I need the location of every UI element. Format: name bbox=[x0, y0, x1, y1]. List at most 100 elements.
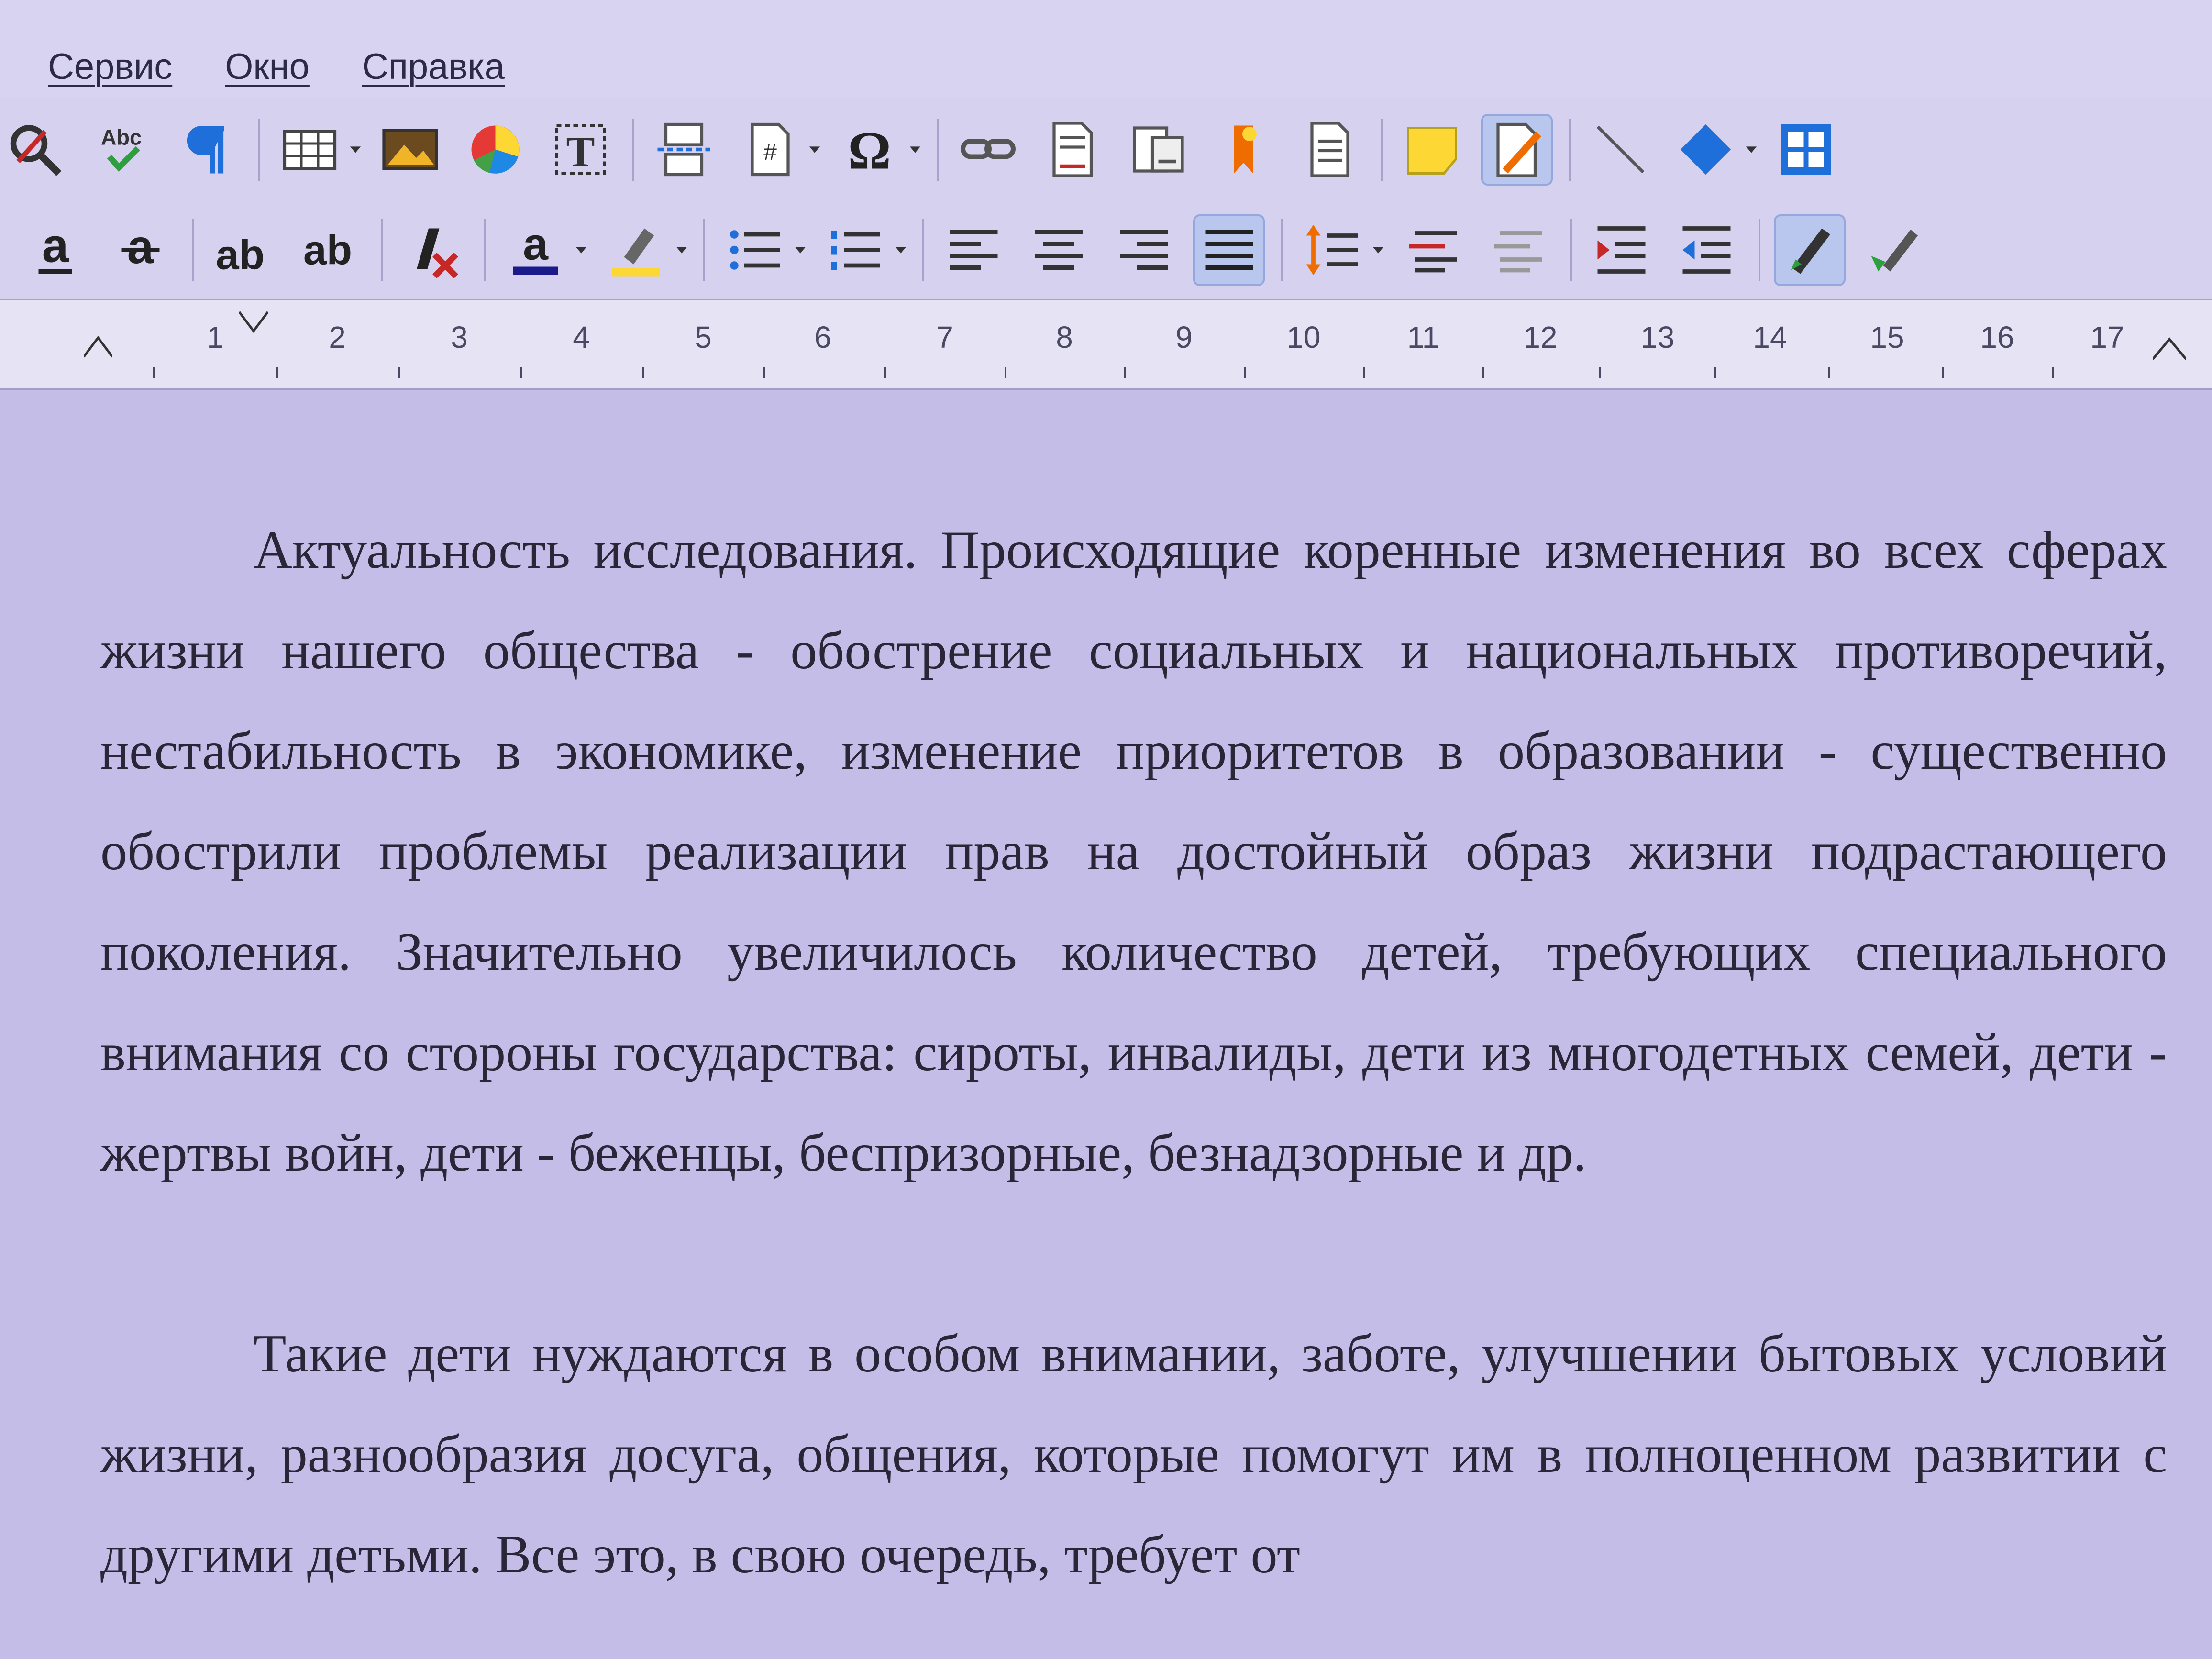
menu-tools[interactable]: Сервис bbox=[48, 46, 172, 88]
menu-window[interactable]: Окно bbox=[225, 46, 310, 88]
insert-special-character-icon[interactable]: Ω bbox=[833, 114, 905, 186]
dropdown-arrow-icon[interactable] bbox=[809, 144, 820, 155]
spellcheck-icon[interactable]: Abc bbox=[85, 114, 157, 186]
insert-endnote-icon[interactable] bbox=[1122, 114, 1194, 186]
subscript-icon[interactable]: ab bbox=[293, 214, 365, 286]
decrease-indent-icon[interactable] bbox=[1670, 214, 1742, 286]
increase-paragraph-spacing-icon[interactable] bbox=[1397, 214, 1469, 286]
ruler-number: 1 bbox=[207, 320, 224, 354]
insert-frame-icon[interactable] bbox=[1770, 114, 1842, 186]
document-paragraph[interactable]: Актуальность исследования. Происходящие … bbox=[100, 500, 2167, 1203]
ruler-number: 15 bbox=[1870, 320, 1904, 354]
ruler-number: 16 bbox=[1980, 320, 2014, 354]
pen-tool-icon[interactable] bbox=[1774, 214, 1846, 286]
align-right-icon[interactable] bbox=[1108, 214, 1180, 286]
separator bbox=[1759, 219, 1760, 281]
insert-comment-icon[interactable] bbox=[1396, 114, 1468, 186]
separator bbox=[922, 219, 924, 281]
underline-icon[interactable]: a bbox=[19, 214, 91, 286]
ruler-tick bbox=[1005, 367, 1006, 378]
decrease-paragraph-spacing-icon[interactable] bbox=[1482, 214, 1554, 286]
strikethrough-icon[interactable]: a bbox=[104, 214, 176, 286]
basic-shapes-icon[interactable] bbox=[1670, 114, 1741, 186]
svg-text:a: a bbox=[42, 220, 69, 273]
ruler-tick bbox=[1599, 367, 1601, 378]
ruler-tick bbox=[1714, 367, 1716, 378]
dropdown-arrow-icon[interactable] bbox=[910, 144, 920, 155]
ruler-tick bbox=[1482, 367, 1484, 378]
insert-field-icon[interactable]: # bbox=[733, 114, 805, 186]
insert-table-icon[interactable] bbox=[274, 114, 345, 186]
svg-text:ab: ab bbox=[303, 227, 352, 274]
ruler-tick bbox=[276, 367, 278, 378]
ruler-number: 6 bbox=[814, 320, 831, 354]
line-spacing-icon[interactable] bbox=[1296, 214, 1368, 286]
superscript-icon[interactable]: ab bbox=[208, 214, 279, 286]
separator bbox=[632, 118, 634, 181]
separator bbox=[258, 118, 260, 181]
separator bbox=[192, 219, 194, 281]
align-left-icon[interactable] bbox=[938, 214, 1009, 286]
track-changes-icon[interactable] bbox=[1481, 113, 1553, 186]
menu-help[interactable]: Справка bbox=[362, 46, 505, 88]
ruler-number: 5 bbox=[695, 320, 712, 354]
svg-text:a: a bbox=[127, 220, 154, 274]
left-indent-marker-icon[interactable] bbox=[84, 334, 112, 358]
font-color-icon[interactable]: a bbox=[499, 214, 571, 286]
pen-tool-2-icon[interactable] bbox=[1859, 214, 1931, 286]
ruler-tick bbox=[398, 367, 400, 378]
numbered-list-icon[interactable] bbox=[819, 214, 891, 286]
insert-image-icon[interactable] bbox=[374, 114, 446, 186]
bullet-list-icon[interactable] bbox=[719, 214, 790, 286]
ruler-tick bbox=[1942, 367, 1944, 378]
ruler-tick bbox=[1363, 367, 1365, 378]
ruler-number: 7 bbox=[936, 320, 953, 354]
ruler-number: 10 bbox=[1286, 320, 1321, 354]
separator bbox=[703, 219, 705, 281]
formatting-toolbar: a a ab ab a bbox=[0, 201, 2212, 299]
insert-hyperlink-icon[interactable] bbox=[952, 114, 1024, 186]
svg-text:T: T bbox=[566, 129, 595, 176]
ruler-number: 2 bbox=[329, 320, 346, 354]
ruler-number: 14 bbox=[1753, 320, 1787, 354]
insert-cross-reference-icon[interactable] bbox=[1293, 114, 1364, 186]
ruler-number: 13 bbox=[1640, 320, 1675, 354]
find-replace-icon[interactable] bbox=[0, 114, 72, 186]
separator bbox=[1569, 118, 1571, 181]
insert-bookmark-icon[interactable] bbox=[1207, 114, 1279, 186]
separator bbox=[1281, 219, 1283, 281]
insert-footnote-icon[interactable] bbox=[1037, 114, 1109, 186]
clear-formatting-icon[interactable] bbox=[396, 214, 468, 286]
ruler-number: 12 bbox=[1523, 320, 1558, 354]
document-paragraph[interactable]: Такие дети нуждаются в особом внимании, … bbox=[100, 1304, 2167, 1605]
justify-icon[interactable] bbox=[1193, 214, 1265, 286]
document-area[interactable]: Актуальность исследования. Происходящие … bbox=[0, 390, 2212, 1659]
dropdown-arrow-icon[interactable] bbox=[576, 245, 586, 255]
align-center-icon[interactable] bbox=[1023, 214, 1095, 286]
ruler-tick bbox=[2052, 367, 2054, 378]
insert-page-break-icon[interactable] bbox=[648, 114, 719, 186]
dropdown-arrow-icon[interactable] bbox=[795, 245, 806, 255]
dropdown-arrow-icon[interactable] bbox=[896, 245, 906, 255]
dropdown-arrow-icon[interactable] bbox=[1746, 144, 1757, 155]
highlight-color-icon[interactable] bbox=[600, 214, 672, 286]
menu-bar: Сервис Окно Справка bbox=[0, 0, 2212, 98]
insert-chart-icon[interactable] bbox=[459, 114, 531, 186]
insert-line-icon[interactable] bbox=[1584, 114, 1656, 186]
right-indent-marker-icon[interactable] bbox=[2153, 336, 2186, 360]
ruler-tick bbox=[1124, 367, 1126, 378]
separator bbox=[381, 219, 383, 281]
horizontal-ruler[interactable]: 1 2 3 4 5 6 7 8 9 10 11 12 13 14 15 16 1… bbox=[0, 299, 2212, 390]
ruler-number: 17 bbox=[2090, 320, 2124, 354]
ruler-tick bbox=[520, 367, 522, 378]
insert-textbox-icon[interactable]: T bbox=[544, 114, 616, 186]
formatting-marks-icon[interactable] bbox=[170, 114, 242, 186]
first-line-indent-marker-icon[interactable] bbox=[239, 310, 268, 334]
dropdown-arrow-icon[interactable] bbox=[1373, 245, 1383, 255]
dropdown-arrow-icon[interactable] bbox=[676, 245, 687, 255]
standard-toolbar: Abc T # Ω bbox=[0, 98, 2212, 201]
increase-indent-icon[interactable] bbox=[1585, 214, 1657, 286]
svg-text:Ω: Ω bbox=[848, 122, 891, 180]
ruler-number: 4 bbox=[573, 320, 590, 354]
dropdown-arrow-icon[interactable] bbox=[350, 144, 361, 155]
